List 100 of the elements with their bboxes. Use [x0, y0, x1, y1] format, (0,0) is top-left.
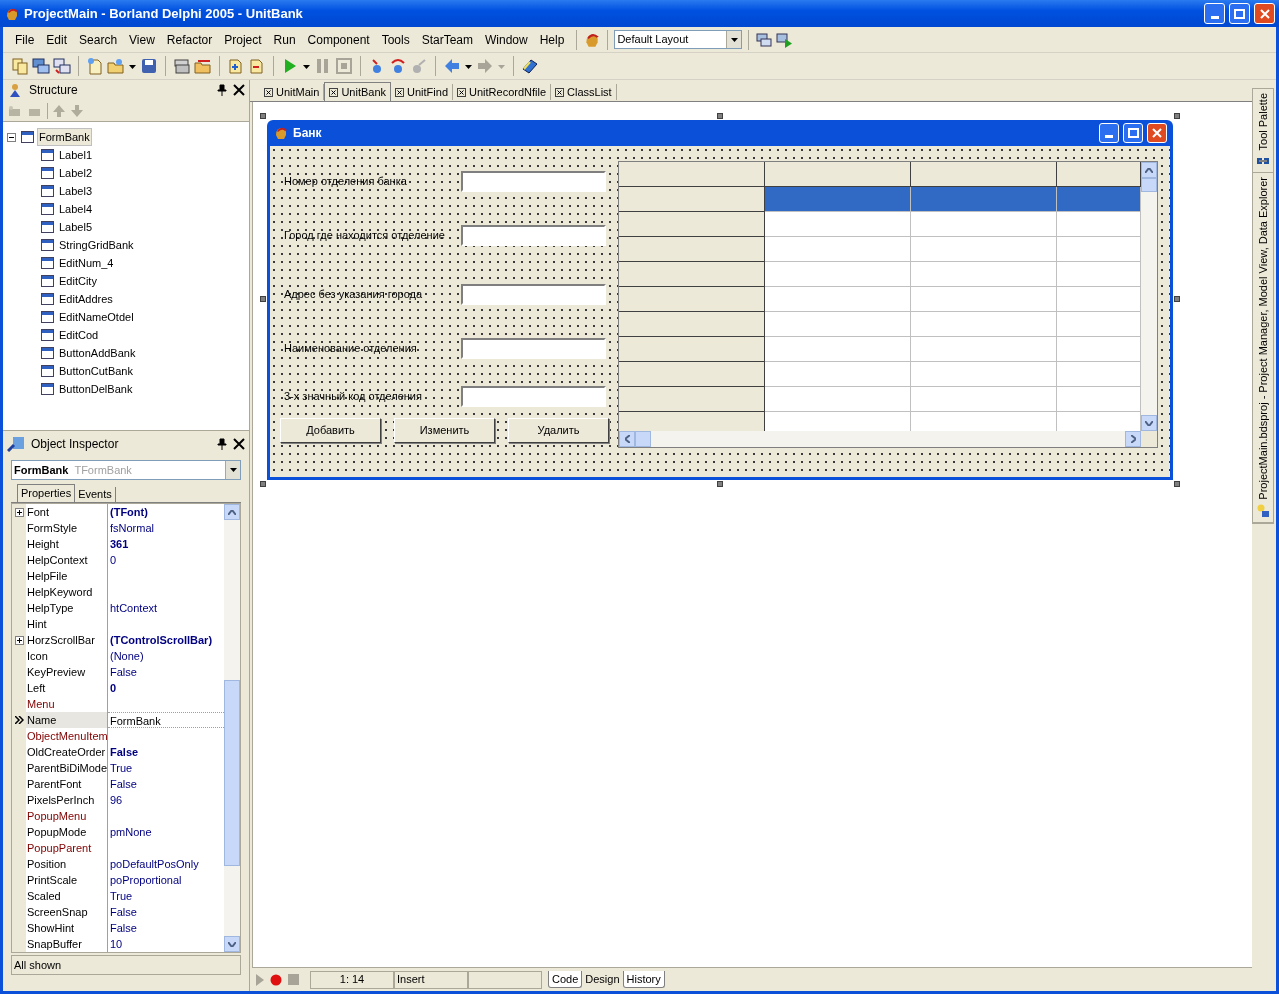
grid-cell[interactable] — [765, 262, 911, 287]
copy-icon[interactable] — [11, 57, 29, 75]
grid-cell[interactable] — [1057, 287, 1141, 312]
property-name[interactable]: HelpContext — [26, 552, 108, 568]
minimize-button[interactable] — [1099, 123, 1119, 143]
pin-icon[interactable] — [217, 84, 227, 96]
property-value[interactable]: True — [110, 890, 133, 902]
view-tab[interactable]: History — [622, 971, 665, 988]
grid-cell[interactable] — [765, 237, 911, 262]
resize-handle[interactable] — [260, 113, 266, 119]
scrollbar[interactable] — [1141, 162, 1157, 431]
property-name[interactable]: Hint — [26, 616, 108, 632]
grid-cell[interactable] — [1057, 387, 1141, 412]
grid-cell[interactable] — [765, 212, 911, 237]
grid-cell[interactable] — [911, 312, 1057, 337]
menu-item[interactable]: Window — [479, 30, 534, 49]
close-button[interactable] — [1254, 3, 1275, 24]
tree-item[interactable]: EditCod — [58, 326, 100, 344]
editor-tab[interactable]: ClassList — [551, 84, 617, 100]
resize-handle[interactable] — [260, 481, 266, 487]
tree-item[interactable]: Label2 — [58, 164, 94, 182]
object-selector[interactable]: FormBank TFormBank — [11, 460, 241, 480]
windows-icon[interactable] — [755, 31, 774, 48]
menu-item[interactable]: Run — [267, 30, 302, 49]
property-value[interactable]: 96 — [110, 794, 123, 806]
property-value[interactable]: poDefaultPosOnly — [110, 858, 199, 870]
property-value[interactable]: pmNone — [110, 826, 152, 838]
property-name[interactable]: PopupParent — [26, 840, 108, 856]
menu-item[interactable]: View — [123, 30, 161, 49]
property-value[interactable]: 10 — [110, 938, 123, 950]
property-name[interactable]: PopupMenu — [26, 808, 108, 824]
down-arrow-icon[interactable] — [70, 103, 84, 118]
grid-cell[interactable] — [765, 287, 911, 312]
grid-cell[interactable] — [765, 312, 911, 337]
scroll-arrow-button[interactable] — [224, 504, 240, 520]
scroll-arrow-button[interactable] — [619, 431, 635, 447]
property-value[interactable]: FormBank — [110, 715, 161, 727]
menu-item[interactable]: File — [9, 30, 41, 49]
grid-cell[interactable] — [911, 362, 1057, 387]
scrollbar[interactable] — [619, 431, 1157, 447]
scrollbar[interactable] — [224, 504, 240, 952]
editor-tab[interactable]: UnitBank — [324, 82, 392, 101]
side-tab[interactable]: ProjectMain.bdsproj - Project Manager, Model View, Data Explorer — [1253, 173, 1273, 524]
expand-toggle[interactable] — [14, 507, 24, 517]
property-name[interactable]: PrintScale — [26, 872, 108, 888]
grid-cell[interactable] — [911, 187, 1057, 212]
property-name[interactable]: OldCreateOrder — [26, 744, 108, 760]
grid-cell[interactable] — [911, 237, 1057, 262]
grid-cell[interactable] — [765, 387, 911, 412]
resize-handle[interactable] — [260, 296, 266, 302]
property-name[interactable]: Height — [26, 536, 108, 552]
property-value[interactable]: fsNormal — [110, 522, 154, 534]
up-arrow-icon[interactable] — [52, 103, 66, 118]
resize-handle[interactable] — [717, 113, 723, 119]
property-value[interactable]: False — [110, 666, 137, 678]
text-field[interactable] — [461, 337, 606, 359]
menu-item[interactable]: StarTeam — [415, 30, 479, 49]
menu-item[interactable]: Refactor — [160, 30, 219, 49]
property-value[interactable]: 0 — [110, 554, 117, 566]
tree-item[interactable]: Label1 — [58, 146, 94, 164]
property-name[interactable]: SnapBuffer — [26, 936, 108, 952]
dropdown-button[interactable] — [225, 461, 240, 479]
windows-run-icon[interactable] — [775, 31, 794, 48]
close-icon[interactable] — [329, 87, 339, 97]
form-button[interactable]: Изменить — [394, 418, 495, 443]
expand-toggle[interactable] — [14, 635, 24, 645]
grid-cell[interactable] — [911, 337, 1057, 362]
menu-item[interactable]: Edit — [40, 30, 74, 49]
windows-icon[interactable] — [32, 57, 50, 75]
grid-cell[interactable] — [911, 387, 1057, 412]
maximize-button[interactable] — [1123, 123, 1143, 143]
side-tab[interactable]: Tool Palette — [1253, 89, 1273, 174]
scroll-arrow-button[interactable] — [1125, 431, 1141, 447]
grid-cell[interactable] — [1057, 337, 1141, 362]
grid-cell[interactable] — [765, 187, 911, 212]
text-field[interactable] — [461, 224, 606, 246]
step-over-icon[interactable] — [389, 57, 407, 75]
property-value[interactable]: True — [110, 762, 133, 774]
grid-cell[interactable] — [1057, 362, 1141, 387]
editor-tab[interactable]: UnitFind — [391, 84, 453, 100]
scroll-thumb[interactable] — [635, 431, 651, 447]
property-name[interactable]: HelpType — [26, 600, 108, 616]
play-icon[interactable] — [256, 973, 264, 986]
property-value[interactable]: 361 — [110, 538, 129, 550]
property-value[interactable]: (TFont) — [110, 506, 148, 518]
remove-file-icon[interactable] — [248, 57, 266, 75]
resize-handle[interactable] — [1174, 296, 1180, 302]
minimize-button[interactable] — [1204, 3, 1225, 24]
stop-icon[interactable] — [335, 57, 353, 75]
tree-item[interactable]: StringGridBank — [58, 236, 135, 254]
tree-item[interactable]: FormBank — [38, 128, 91, 146]
layout-dropdown[interactable]: Default Layout — [614, 30, 743, 49]
property-name[interactable]: HelpFile — [26, 568, 108, 584]
form-button[interactable]: Удалить — [508, 418, 609, 443]
property-value[interactable]: (None) — [110, 650, 144, 662]
property-name[interactable]: Scaled — [26, 888, 108, 904]
property-name[interactable]: ShowHint — [26, 920, 108, 936]
tree-item[interactable]: EditNum_4 — [58, 254, 115, 272]
property-name[interactable]: Icon — [26, 648, 108, 664]
grid-cell[interactable] — [1057, 262, 1141, 287]
